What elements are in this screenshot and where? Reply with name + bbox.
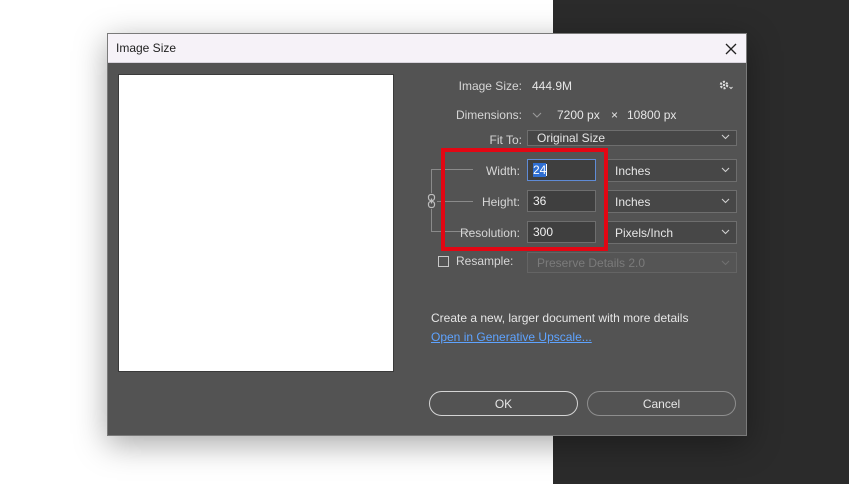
settings-button[interactable]: [718, 79, 734, 93]
chevron-down-icon: [721, 134, 730, 140]
resample-method-select: Preserve Details 2.0: [527, 252, 737, 273]
resample-label: Resample:: [456, 254, 514, 268]
image-size-dialog: Image Size Image Size: 444.9M Dimensions…: [107, 33, 747, 436]
height-unit-value: Inches: [615, 194, 651, 209]
ok-button-label: OK: [494, 396, 513, 411]
chevron-down-icon: [721, 260, 730, 266]
cancel-button[interactable]: Cancel: [587, 391, 736, 416]
chevron-down-icon: [532, 112, 542, 118]
chevron-down-icon: [721, 229, 730, 234]
title-bar: Image Size: [108, 34, 746, 63]
chain-link-icon: [427, 193, 436, 209]
upscale-info-text: Create a new, larger document with more …: [431, 311, 689, 325]
highlight-annotation-box: [441, 148, 608, 251]
resolution-unit-select[interactable]: Pixels/Inch: [605, 221, 737, 244]
cancel-button-label: Cancel: [642, 396, 681, 411]
generative-upscale-link[interactable]: Open in Generative Upscale...: [431, 330, 592, 344]
close-icon: [725, 43, 737, 54]
fit-to-select[interactable]: Original Size: [527, 130, 737, 146]
width-unit-value: Inches: [615, 163, 651, 178]
width-unit-select[interactable]: Inches: [605, 159, 737, 182]
dimensions-height: 10800 px: [627, 108, 677, 122]
dimensions-units-dropdown[interactable]: [528, 107, 546, 123]
fit-to-label: Fit To:: [489, 133, 522, 147]
chevron-down-icon: [721, 167, 730, 172]
image-size-label: Image Size:: [458, 79, 522, 93]
dimensions-width: 7200 px: [557, 108, 600, 122]
gear-icon: [719, 80, 733, 90]
dialog-title: Image Size: [116, 41, 177, 55]
constrain-proportions-button[interactable]: [426, 193, 437, 209]
height-unit-select[interactable]: Inches: [605, 190, 737, 213]
dimensions-label: Dimensions:: [455, 108, 522, 122]
close-button[interactable]: [716, 34, 746, 63]
ok-button[interactable]: OK: [429, 391, 578, 416]
chevron-down-icon: [721, 198, 730, 203]
image-preview[interactable]: [118, 74, 394, 372]
fit-to-value: Original Size: [537, 131, 606, 145]
resample-method-value: Preserve Details 2.0: [537, 255, 646, 270]
dimensions-times: ×: [611, 108, 619, 122]
resample-checkbox[interactable]: [438, 256, 449, 267]
resolution-unit-value: Pixels/Inch: [615, 225, 674, 240]
image-size-value: 444.9M: [532, 79, 573, 93]
